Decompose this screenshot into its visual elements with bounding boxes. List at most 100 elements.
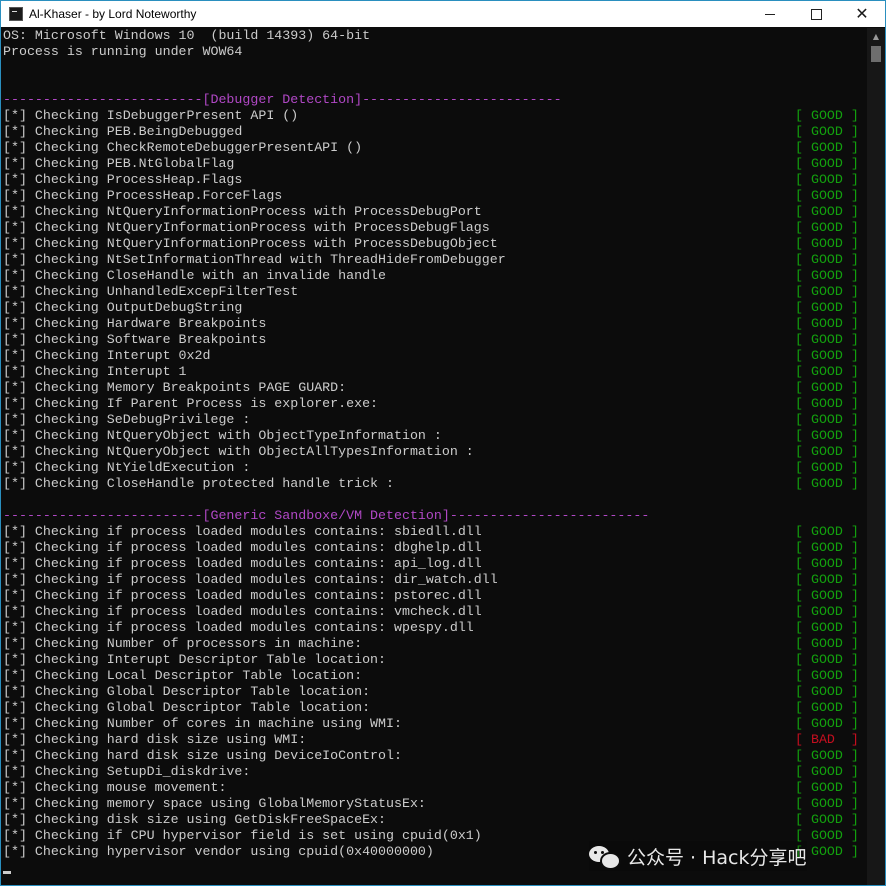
console-line: [*] Checking Interupt 0x2d [ GOOD ] xyxy=(3,348,865,364)
title-bar[interactable]: Al-Khaser - by Lord Noteworthy ✕ xyxy=(1,1,885,27)
console-line: [*] Checking mouse movement: [ GOOD ] xyxy=(3,780,865,796)
scroll-up-icon[interactable]: ▲ xyxy=(867,28,885,44)
console-line: [*] Checking If Parent Process is explor… xyxy=(3,396,865,412)
line-text: [*] Checking SeDebugPrivilege : xyxy=(3,412,251,427)
line-text: [*] Checking if process loaded modules c… xyxy=(3,524,482,539)
line-text: [*] Checking if process loaded modules c… xyxy=(3,556,482,571)
status-good: [ GOOD ] xyxy=(795,428,859,443)
status-good: [ GOOD ] xyxy=(795,748,859,763)
wechat-icon xyxy=(589,844,621,870)
console-output[interactable]: OS: Microsoft Windows 10 (build 14393) 6… xyxy=(1,28,867,885)
status-good: [ GOOD ] xyxy=(795,396,859,411)
line-text: [*] Checking IsDebuggerPresent API () xyxy=(3,108,299,123)
console-line: [*] Checking OutputDebugString [ GOOD ] xyxy=(3,300,865,316)
status-good: [ GOOD ] xyxy=(795,412,859,427)
line-text: [*] Checking UnhandledExcepFilterTest xyxy=(3,284,299,299)
line-text: [*] Checking NtQueryObject with ObjectAl… xyxy=(3,444,474,459)
status-good: [ GOOD ] xyxy=(795,652,859,667)
console-line: [*] Checking NtQueryInformationProcess w… xyxy=(3,204,865,220)
console-line: [*] Checking SetupDi_diskdrive: [ GOOD ] xyxy=(3,764,865,780)
console-app-icon xyxy=(9,7,23,21)
console-line: [*] Checking CloseHandle with an invalid… xyxy=(3,268,865,284)
console-line: [*] Checking if process loaded modules c… xyxy=(3,556,865,572)
console-line: [*] Checking Local Descriptor Table loca… xyxy=(3,668,865,684)
console-line: [*] Checking if process loaded modules c… xyxy=(3,620,865,636)
line-text: [*] Checking memory space using GlobalMe… xyxy=(3,796,426,811)
line-text: [*] Checking OutputDebugString xyxy=(3,300,243,315)
line-text: [*] Checking PEB.NtGlobalFlag xyxy=(3,156,235,171)
line-text: [*] Checking if process loaded modules c… xyxy=(3,588,482,603)
close-icon: ✕ xyxy=(855,4,869,23)
status-bad: [ BAD ] xyxy=(795,732,859,747)
console-lines: OS: Microsoft Windows 10 (build 14393) 6… xyxy=(3,28,865,860)
close-button[interactable]: ✕ xyxy=(839,1,885,27)
status-good: [ GOOD ] xyxy=(795,460,859,475)
console-line: [*] Checking CheckRemoteDebuggerPresentA… xyxy=(3,140,865,156)
console-line: [*] Checking NtYieldExecution : [ GOOD ] xyxy=(3,460,865,476)
status-good: [ GOOD ] xyxy=(795,780,859,795)
status-good: [ GOOD ] xyxy=(795,252,859,267)
console-window: Al-Khaser - by Lord Noteworthy ✕ OS: Mic… xyxy=(0,0,886,886)
status-good: [ GOOD ] xyxy=(795,364,859,379)
console-line: [*] Checking Hardware Breakpoints [ GOOD … xyxy=(3,316,865,332)
console-line: [*] Checking NtQueryInformationProcess w… xyxy=(3,236,865,252)
line-text: [*] Checking Global Descriptor Table loc… xyxy=(3,684,371,699)
line-text: -------------------------[Generic Sandbo… xyxy=(3,508,650,523)
console-line: [*] Checking Number of cores in machine … xyxy=(3,716,865,732)
console-line: Process is running under WOW64 xyxy=(3,44,865,60)
scroll-thumb[interactable] xyxy=(871,46,881,62)
console-line: [*] Checking CloseHandle protected handl… xyxy=(3,476,865,492)
status-good: [ GOOD ] xyxy=(795,556,859,571)
status-good: [ GOOD ] xyxy=(795,236,859,251)
status-good: [ GOOD ] xyxy=(795,300,859,315)
line-text: [*] Checking Global Descriptor Table loc… xyxy=(3,700,371,715)
status-good: [ GOOD ] xyxy=(795,172,859,187)
status-good: [ GOOD ] xyxy=(795,268,859,283)
console-line: [*] Checking Interupt Descriptor Table l… xyxy=(3,652,865,668)
line-text: [*] Checking Interupt 1 xyxy=(3,364,187,379)
line-text: [*] Checking CheckRemoteDebuggerPresentA… xyxy=(3,140,363,155)
line-text: [*] Checking hypervisor vendor using cpu… xyxy=(3,844,434,859)
status-good: [ GOOD ] xyxy=(795,140,859,155)
status-good: [ GOOD ] xyxy=(795,156,859,171)
line-text: OS: Microsoft Windows 10 (build 14393) 6… xyxy=(3,28,371,43)
console-line: [*] Checking NtQueryObject with ObjectTy… xyxy=(3,428,865,444)
minimize-button[interactable] xyxy=(747,1,793,27)
status-good: [ GOOD ] xyxy=(795,668,859,683)
console-line: [*] Checking if process loaded modules c… xyxy=(3,524,865,540)
maximize-button[interactable] xyxy=(793,1,839,27)
line-text: [*] Checking Hardware Breakpoints xyxy=(3,316,267,331)
line-text: [*] Checking Interupt 0x2d xyxy=(3,348,211,363)
line-text: [*] Checking NtYieldExecution : xyxy=(3,460,251,475)
vertical-scrollbar[interactable]: ▲ xyxy=(867,28,885,885)
status-good: [ GOOD ] xyxy=(795,716,859,731)
status-good: [ GOOD ] xyxy=(795,476,859,491)
minimize-icon xyxy=(765,13,775,15)
console-line: [*] Checking NtSetInformationThread with… xyxy=(3,252,865,268)
status-good: [ GOOD ] xyxy=(795,108,859,123)
line-text: [*] Checking CloseHandle with an invalid… xyxy=(3,268,387,283)
line-text: [*] Checking NtQueryInformationProcess w… xyxy=(3,236,498,251)
console-line: [*] Checking Global Descriptor Table loc… xyxy=(3,684,865,700)
line-text: [*] Checking ProcessHeap.ForceFlags xyxy=(3,188,283,203)
status-good: [ GOOD ] xyxy=(795,764,859,779)
console-line: [*] Checking memory space using GlobalMe… xyxy=(3,796,865,812)
line-text: [*] Checking Number of cores in machine … xyxy=(3,716,402,731)
status-good: [ GOOD ] xyxy=(795,220,859,235)
line-text: [*] Checking SetupDi_diskdrive: xyxy=(3,764,251,779)
status-good: [ GOOD ] xyxy=(795,604,859,619)
line-text: [*] Checking if process loaded modules c… xyxy=(3,604,482,619)
line-text: -------------------------[Debugger Detec… xyxy=(3,92,562,107)
console-line: [*] Checking Interupt 1 [ GOOD ] xyxy=(3,364,865,380)
console-line: [*] Checking hard disk size using Device… xyxy=(3,748,865,764)
line-text: [*] Checking NtQueryInformationProcess w… xyxy=(3,204,482,219)
line-text: [*] Checking NtQueryInformationProcess w… xyxy=(3,220,490,235)
console-line: [*] Checking if process loaded modules c… xyxy=(3,604,865,620)
line-text: [*] Checking ProcessHeap.Flags xyxy=(3,172,243,187)
status-good: [ GOOD ] xyxy=(795,284,859,299)
console-line: [*] Checking Number of processors in mac… xyxy=(3,636,865,652)
line-text: [*] Checking PEB.BeingDebugged xyxy=(3,124,243,139)
line-text: [*] Checking NtQueryObject with ObjectTy… xyxy=(3,428,442,443)
